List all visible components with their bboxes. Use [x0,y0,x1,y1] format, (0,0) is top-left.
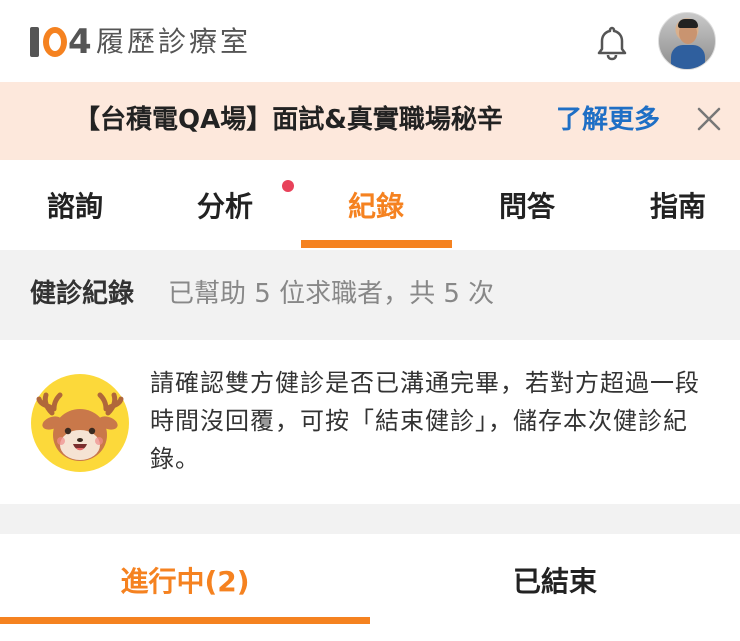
app-header: 4 履歷診療室 [0,0,740,82]
bell-icon[interactable] [593,24,631,62]
tab-records[interactable]: 紀錄 [301,160,451,250]
tab-analysis[interactable]: 分析 [150,160,300,250]
user-avatar[interactable] [658,12,716,70]
tab-finished[interactable]: 已結束 [370,534,740,626]
summary-description: 已幫助 5 位求職者，共 5 次 [168,279,495,309]
tab-in-progress[interactable]: 進行中(2) [0,534,370,626]
logo-text: 履歷診療室 [96,25,252,58]
tab-consult[interactable]: 諮詢 [0,160,150,250]
logo[interactable]: 4 履歷診療室 [30,22,251,62]
banner-text: 【台積電QA場】面試&真實職場秘辛 [74,105,503,135]
summary-title: 健診紀錄 [30,279,135,309]
tab-guide[interactable]: 指南 [603,160,740,250]
active-subtab-indicator [0,617,370,624]
logo-mark-104: 4 [30,23,92,61]
close-icon[interactable] [694,104,724,134]
promo-banner[interactable]: 【台積電QA場】面試&真實職場秘辛 了解更多 [0,82,740,160]
active-tab-indicator [301,240,452,248]
notification-dot [282,180,294,192]
records-summary: 健診紀錄 已幫助 5 位求職者，共 5 次 [0,250,740,340]
notice-text: 請確認雙方健診是否已溝通完畢，若對方超過一段時間沒回覆，可按「結束健診」，儲存本… [150,369,700,473]
banner-learn-more-link[interactable]: 了解更多 [556,102,660,138]
tab-qa[interactable]: 問答 [452,160,602,250]
section-divider [0,504,740,534]
main-tabs: 諮詢 分析 紀錄 問答 指南 [0,160,740,250]
deer-mascot-icon [30,373,130,473]
